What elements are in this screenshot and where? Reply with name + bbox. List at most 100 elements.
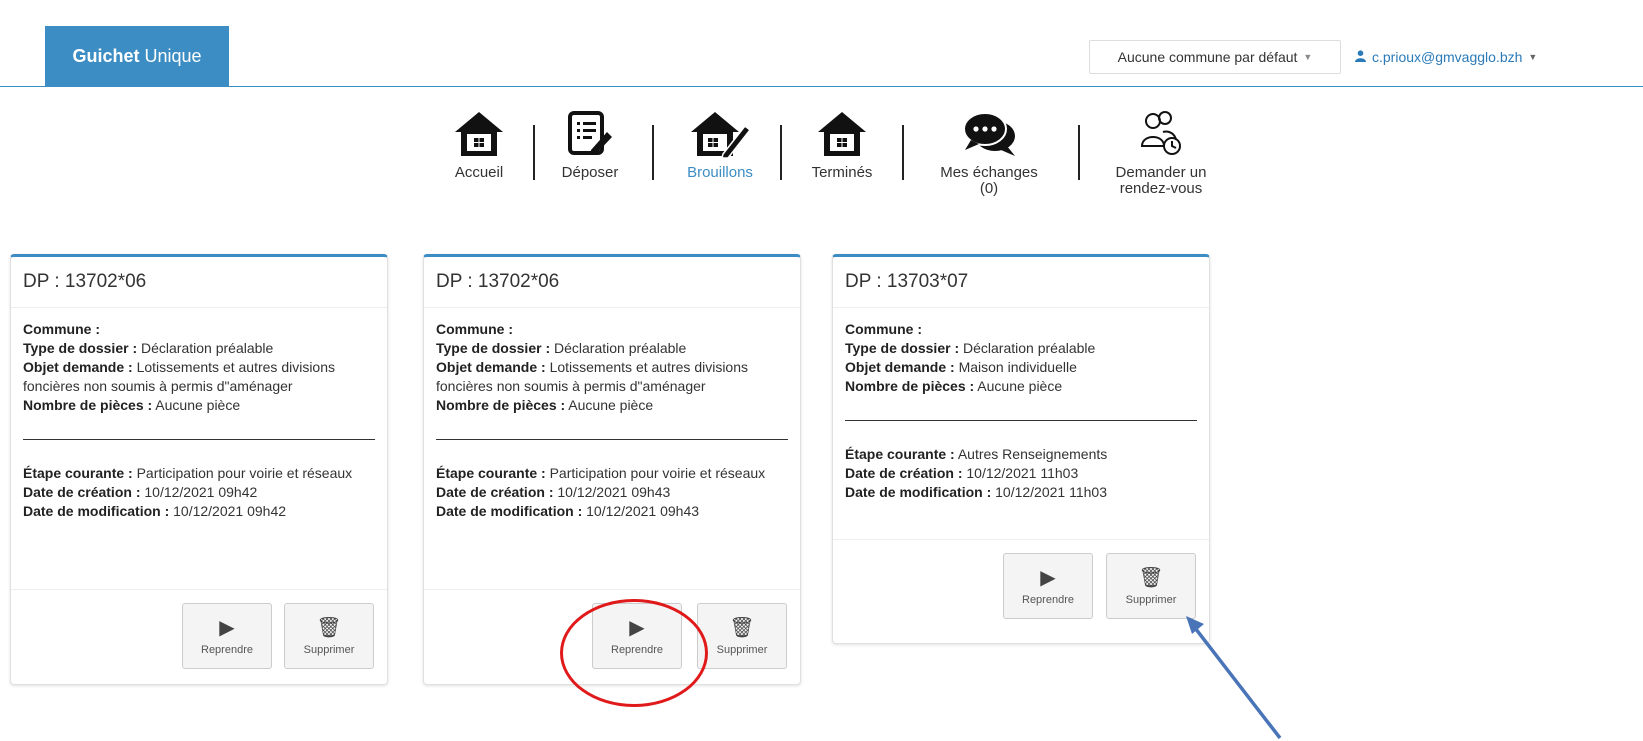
nav-termines[interactable]: Terminés [802, 110, 882, 181]
field-label: Objet demande : [436, 359, 546, 375]
card-body: Commune : Type de dossier : Déclaration … [11, 308, 387, 589]
field-label: Nombre de pièces : [436, 397, 566, 413]
nav-sublabel: rendez-vous [1119, 180, 1203, 197]
field-value: Aucune pièce [977, 378, 1063, 394]
nav-label: Accueil [454, 164, 504, 181]
nav-separator [902, 125, 904, 180]
field-value: Aucune pièce [155, 397, 241, 413]
field-label: Objet demande : [23, 359, 133, 375]
nav-brouillons[interactable]: Brouillons [670, 110, 770, 181]
resume-button[interactable]: ▶ Reprendre [182, 603, 272, 669]
field-label: Nombre de pièces : [23, 397, 153, 413]
field-label: Type de dossier : [23, 340, 138, 356]
resume-button[interactable]: ▶ Reprendre [1003, 553, 1093, 619]
document-edit-icon [568, 111, 612, 155]
field-value: Aucune pièce [568, 397, 654, 413]
field-label: Étape courante : [23, 465, 133, 481]
nav-deposer[interactable]: Déposer [550, 110, 630, 181]
field-value: 10/12/2021 11h03 [995, 484, 1107, 500]
divider [436, 439, 788, 440]
button-label: Supprimer [303, 643, 355, 656]
trash-icon: 🗑 [316, 616, 342, 639]
nav-label: Brouillons [687, 164, 753, 181]
chevron-down-icon: ▼ [1303, 52, 1313, 62]
default-commune-dropdown[interactable]: Aucune commune par défaut ▼ [1089, 40, 1341, 74]
chevron-down-icon: ▼ [1528, 52, 1538, 62]
card-actions: ▶ Reprendre 🗑 Supprimer [11, 589, 387, 684]
field-value: Déclaration préalable [141, 340, 274, 356]
field-label: Date de modification : [845, 484, 992, 500]
nav-mes-echanges[interactable]: Mes échanges (0) [924, 110, 1054, 197]
nav-sublabel: (0) [979, 180, 999, 197]
user-email: c.prioux@gmvagglo.bzh [1372, 49, 1523, 65]
draft-card: DP : 13702*06 Commune : Type de dossier … [10, 254, 388, 685]
top-navbar: Guichet Unique Aucune commune par défaut… [0, 0, 1643, 88]
delete-button[interactable]: 🗑 Supprimer [697, 603, 787, 669]
draft-card: DP : 13703*07 Commune : Type de dossier … [832, 254, 1210, 644]
button-label: Supprimer [1125, 593, 1177, 606]
nav-separator [780, 125, 782, 180]
commune-select-label: Aucune commune par défaut [1117, 49, 1298, 65]
trash-icon: 🗑 [1138, 566, 1164, 589]
button-label: Supprimer [716, 643, 768, 656]
field-label: Date de création : [845, 465, 963, 481]
brand-bold: Guichet [72, 45, 140, 66]
home-icon [455, 112, 503, 156]
card-actions: ▶ Reprendre 🗑 Supprimer [833, 539, 1209, 643]
annotation-circle [560, 599, 708, 707]
play-icon: ▶ [1040, 566, 1056, 589]
field-value: 10/12/2021 09h43 [586, 503, 700, 519]
card-title: DP : 13702*06 [11, 257, 387, 308]
field-label: Étape courante : [845, 446, 955, 462]
field-label: Étape courante : [436, 465, 546, 481]
button-label: Reprendre [1022, 593, 1074, 606]
annotation-arrow [1186, 616, 1282, 740]
field-value: 10/12/2021 09h42 [144, 484, 258, 500]
nav-separator [1078, 125, 1080, 180]
card-title: DP : 13702*06 [424, 257, 800, 308]
nav-label: Déposer [561, 164, 619, 181]
field-value: Déclaration préalable [963, 340, 1096, 356]
field-label: Nombre de pièces : [845, 378, 975, 394]
field-value: Autres Renseignements [957, 446, 1108, 462]
nav-label: Mes échanges [940, 164, 1038, 181]
button-label: Reprendre [201, 643, 253, 656]
field-value: 10/12/2021 09h43 [557, 484, 671, 500]
chat-bubbles-icon [963, 112, 1015, 156]
card-body: Commune : Type de dossier : Déclaration … [833, 308, 1209, 539]
card-body: Commune : Type de dossier : Déclaration … [424, 308, 800, 589]
field-label: Objet demande : [845, 359, 955, 375]
nav-separator [652, 125, 654, 180]
user-menu[interactable]: c.prioux@gmvagglo.bzh ▼ [1355, 40, 1537, 74]
field-value: Déclaration préalable [554, 340, 687, 356]
brand-rest: Unique [144, 45, 202, 66]
user-icon [1355, 49, 1366, 65]
field-value: Maison individuelle [958, 359, 1077, 375]
home-icon [818, 112, 866, 156]
people-clock-icon [1140, 111, 1181, 155]
house-pencil-icon [691, 112, 751, 158]
field-label: Type de dossier : [845, 340, 960, 356]
nav-accueil[interactable]: Accueil [444, 110, 514, 181]
card-title: DP : 13703*07 [833, 257, 1209, 308]
field-label: Date de modification : [436, 503, 583, 519]
field-value: Participation pour voirie et réseaux [136, 465, 353, 481]
field-label: Commune : [436, 321, 513, 337]
play-icon: ▶ [219, 616, 235, 639]
field-value: 10/12/2021 11h03 [966, 465, 1079, 481]
field-label: Date de modification : [23, 503, 170, 519]
divider [845, 420, 1197, 421]
navbar-divider [0, 86, 1643, 87]
nav-separator [533, 125, 535, 180]
field-label: Date de création : [436, 484, 554, 500]
trash-icon: 🗑 [729, 616, 755, 639]
field-label: Commune : [845, 321, 922, 337]
brand-logo[interactable]: Guichet Unique [45, 26, 229, 86]
field-label: Type de dossier : [436, 340, 551, 356]
field-value: 10/12/2021 09h42 [173, 503, 287, 519]
nav-demander-rendez-vous[interactable]: Demander un rendez-vous [1098, 110, 1224, 197]
nav-label: Demander un [1115, 164, 1207, 181]
delete-button[interactable]: 🗑 Supprimer [284, 603, 374, 669]
field-value: Participation pour voirie et réseaux [549, 465, 766, 481]
nav-label: Terminés [811, 164, 873, 181]
